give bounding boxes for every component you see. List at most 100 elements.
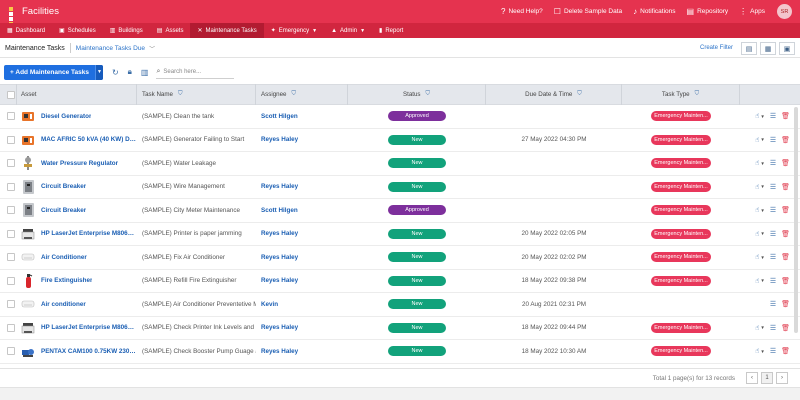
assign-hand-icon[interactable]: ☝︎ — [755, 230, 759, 238]
trash-icon[interactable]: 🗑︎ — [781, 300, 790, 308]
row-checkbox[interactable] — [7, 347, 15, 356]
filter-icon[interactable]: ⛉ — [695, 91, 700, 98]
trash-icon[interactable]: 🗑︎ — [781, 277, 790, 285]
assignee-link[interactable]: Reyes Haley — [261, 324, 298, 331]
asset-link[interactable]: Air conditioner — [41, 301, 86, 308]
asset-thumbnail[interactable] — [21, 249, 35, 265]
row-checkbox[interactable] — [7, 253, 15, 262]
list-icon[interactable]: ☰ — [770, 206, 776, 214]
assignee-link[interactable]: Reyes Haley — [261, 136, 298, 143]
table-row[interactable]: PENTAX CAM100 0.75KW 230V ... (SAMPLE) Ch… — [0, 340, 800, 364]
row-checkbox[interactable] — [7, 135, 15, 144]
table-row[interactable]: Circuit Breaker (SAMPLE) City Meter Maint… — [0, 199, 800, 223]
trash-icon[interactable]: 🗑︎ — [781, 230, 790, 238]
assignee-link[interactable]: Scott Hilgen — [261, 113, 298, 120]
lock-icon[interactable]: 🔒︎ — [128, 67, 132, 77]
asset-link[interactable]: Circuit Breaker — [41, 207, 86, 214]
chevron-down-icon[interactable]: ▼ — [760, 114, 764, 119]
chevron-down-icon[interactable]: ▼ — [760, 208, 764, 213]
task-type-badge[interactable]: Emergency Mainten... — [651, 158, 711, 169]
col-due[interactable]: Due Date & Time ⛉ — [486, 84, 622, 105]
status-badge[interactable]: New — [388, 299, 446, 310]
list-icon[interactable]: ☰ — [770, 300, 776, 308]
assignee-link[interactable]: Reyes Haley — [261, 230, 298, 237]
list-icon[interactable]: ☰ — [770, 230, 776, 238]
chevron-down-icon[interactable]: ▼ — [760, 137, 764, 142]
asset-thumbnail[interactable] — [21, 202, 35, 218]
asset-thumbnail[interactable] — [21, 320, 35, 336]
chevron-down-icon[interactable]: ▼ — [94, 64, 103, 80]
status-badge[interactable]: New — [388, 252, 446, 263]
assignee-link[interactable]: Kevin — [261, 301, 278, 308]
chevron-down-icon[interactable]: ▼ — [760, 325, 764, 330]
asset-link[interactable]: MAC AFRIC 50 kVA (40 KW) Die... — [41, 136, 137, 143]
assignee-link[interactable]: Reyes Haley — [261, 348, 298, 355]
asset-thumbnail[interactable] — [21, 108, 35, 124]
trash-icon[interactable]: 🗑︎ — [781, 183, 790, 191]
chevron-down-icon[interactable]: ▼ — [760, 184, 764, 189]
prev-page-button[interactable]: ‹ — [746, 372, 758, 384]
list-icon[interactable]: ☰ — [770, 253, 776, 261]
repository-link[interactable]: ▤ Repository — [687, 7, 729, 16]
vertical-scrollbar[interactable] — [794, 107, 798, 333]
nav-emergency[interactable]: ✦ Emergency ▼ — [264, 23, 324, 38]
table-row[interactable]: Water Pressure Regulator (SAMPLE) Water L… — [0, 152, 800, 176]
row-checkbox[interactable] — [7, 300, 15, 309]
assign-hand-icon[interactable]: ☝︎ — [755, 136, 759, 144]
delete-sample-data-link[interactable]: ☐ Delete Sample Data — [554, 7, 622, 16]
apps-link[interactable]: ⋮ Apps — [739, 7, 765, 16]
refresh-icon[interactable]: ↻ — [112, 68, 119, 77]
assignee-link[interactable]: Reyes Haley — [261, 277, 298, 284]
row-checkbox[interactable] — [7, 182, 15, 191]
task-type-badge[interactable]: Emergency Mainten... — [651, 346, 711, 357]
nav-maintenance-tasks[interactable]: ✕ Maintenance Tasks — [190, 23, 264, 38]
table-row[interactable]: Diesel Generator (SAMPLE) Clean the tank S… — [0, 105, 800, 129]
table-row[interactable]: Fire Extinguisher (SAMPLE) Refill Fire Ex… — [0, 270, 800, 293]
list-icon[interactable]: ☰ — [770, 159, 776, 167]
assign-hand-icon[interactable]: ☝︎ — [755, 277, 759, 285]
col-status[interactable]: Status ⛉ — [348, 84, 486, 105]
row-checkbox[interactable] — [7, 323, 15, 332]
asset-thumbnail[interactable] — [21, 226, 35, 242]
trash-icon[interactable]: 🗑︎ — [781, 347, 790, 355]
col-asset[interactable]: Asset — [17, 84, 137, 105]
status-badge[interactable]: Approved — [388, 111, 446, 122]
asset-link[interactable]: Diesel Generator — [41, 113, 91, 120]
trash-icon[interactable]: 🗑︎ — [781, 136, 790, 144]
status-badge[interactable]: New — [388, 346, 446, 357]
create-filter-link[interactable]: Create Filter — [700, 45, 733, 51]
chevron-down-icon[interactable]: ﹀ — [149, 44, 155, 53]
assignee-link[interactable]: Scott Hilgen — [261, 207, 298, 214]
status-badge[interactable]: New — [388, 275, 446, 286]
chevron-down-icon[interactable]: ▼ — [760, 161, 764, 166]
assign-hand-icon[interactable]: ☝︎ — [755, 112, 759, 120]
asset-thumbnail[interactable] — [21, 132, 35, 148]
trash-icon[interactable]: 🗑︎ — [781, 253, 790, 261]
assign-hand-icon[interactable]: ☝︎ — [755, 183, 759, 191]
asset-thumbnail[interactable] — [21, 273, 35, 289]
app-title[interactable]: Facilities — [22, 6, 59, 17]
row-checkbox[interactable] — [7, 276, 15, 285]
search-input[interactable]: ⌕ Search here... — [156, 66, 235, 79]
assign-hand-icon[interactable]: ☝︎ — [755, 324, 759, 332]
assignee-link[interactable]: Reyes Haley — [261, 183, 298, 190]
status-badge[interactable]: New — [388, 158, 446, 169]
asset-link[interactable]: Circuit Breaker — [41, 183, 86, 190]
task-type-badge[interactable]: Emergency Mainten... — [651, 181, 711, 192]
trash-icon[interactable]: 🗑︎ — [781, 159, 790, 167]
filter-icon[interactable]: ⛉ — [426, 91, 431, 98]
app-logo-icon[interactable] — [9, 7, 18, 26]
row-checkbox[interactable] — [7, 206, 15, 215]
row-checkbox[interactable] — [7, 229, 15, 238]
nav-dashboard[interactable]: ▦ Dashboard — [0, 23, 52, 38]
image-view-button[interactable]: ▣ — [779, 42, 795, 55]
filter-icon[interactable]: ⛉ — [178, 91, 183, 98]
avatar[interactable]: SR — [777, 4, 792, 19]
task-type-badge[interactable]: Emergency Mainten... — [651, 322, 711, 333]
task-type-badge[interactable]: Emergency Mainten... — [651, 111, 711, 122]
nav-report[interactable]: ▮ Report — [372, 23, 410, 38]
filter-icon[interactable]: ⛉ — [577, 91, 582, 98]
page-number-button[interactable]: 1 — [761, 372, 773, 384]
asset-thumbnail[interactable] — [21, 155, 35, 171]
col-task-type[interactable]: Task Type ⛉ — [622, 84, 740, 105]
